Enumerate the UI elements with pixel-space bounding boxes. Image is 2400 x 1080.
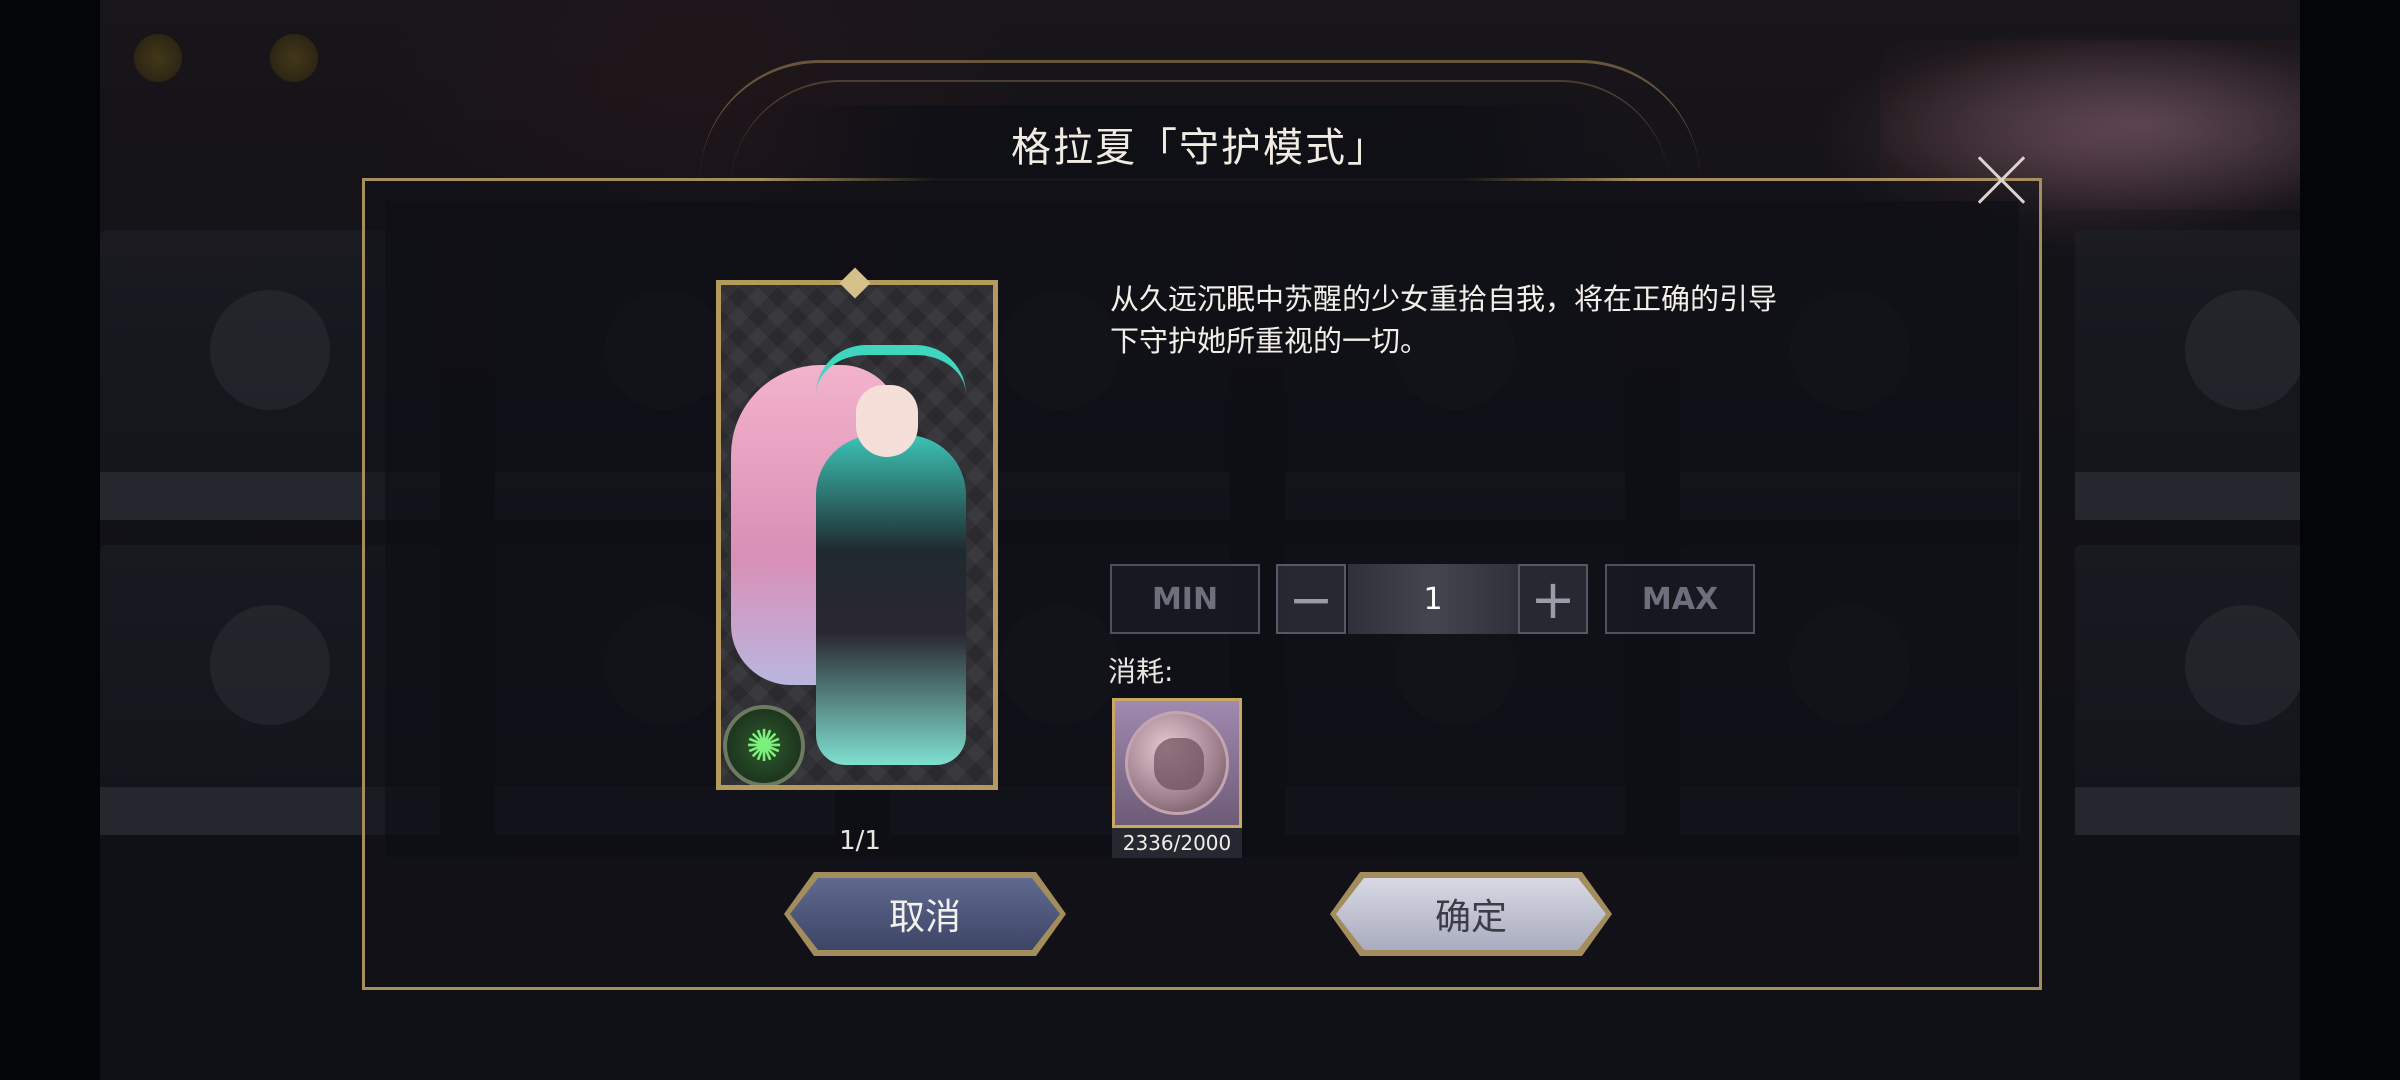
max-button[interactable]: MAX (1605, 564, 1755, 634)
decrement-button[interactable]: − (1276, 564, 1346, 634)
min-button[interactable]: MIN (1110, 564, 1260, 634)
cancel-button[interactable]: 取消 (790, 878, 1060, 950)
item-description: 从久远沉眠中苏醒的少女重拾自我，将在正确的引导下守护她所重视的一切。 (1110, 282, 1778, 358)
increment-button[interactable]: + (1518, 564, 1588, 634)
cost-item-slot[interactable] (1112, 698, 1242, 828)
quantity-input[interactable] (1348, 564, 1518, 634)
character-card: ✺ (716, 280, 998, 790)
character-face (856, 385, 918, 457)
medal-coin-icon (1125, 711, 1229, 815)
character-body (816, 435, 966, 765)
card-count: 1/1 (839, 826, 881, 856)
cost-count: 2336/2000 (1112, 828, 1242, 858)
confirm-button[interactable]: 确定 (1336, 878, 1606, 950)
cost-label: 消耗: (1108, 655, 1174, 688)
dialog-title: 格拉夏「守护模式」 (760, 105, 1640, 183)
close-icon[interactable] (1976, 154, 2028, 206)
wind-element-icon: ✺ (723, 705, 805, 785)
